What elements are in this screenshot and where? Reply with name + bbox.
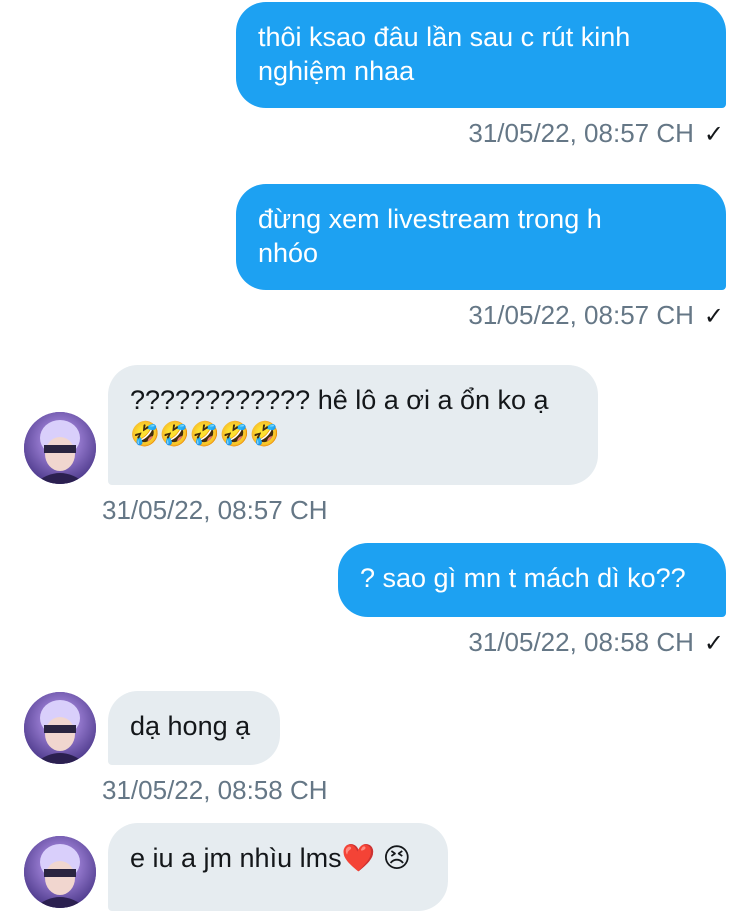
emoji-row: 🤣🤣🤣🤣🤣 bbox=[130, 420, 280, 448]
avatar[interactable] bbox=[24, 412, 96, 484]
checkmark-icon: ✓ bbox=[703, 302, 724, 330]
avatar[interactable] bbox=[24, 692, 96, 764]
message-text: e iu a jm nhìu lms❤️ 😣 bbox=[130, 843, 411, 873]
message-timestamp: 31/05/22, 08:57 CH bbox=[102, 495, 328, 525]
message-bubble-outgoing[interactable]: đừng xem livestream trong h nhóo bbox=[236, 184, 726, 290]
timestamp-text: 31/05/22, 08:57 CH bbox=[102, 495, 328, 525]
message-bubble-incoming[interactable]: dạ hong ạ bbox=[108, 691, 280, 765]
message-bubble-outgoing[interactable]: ? sao gì mn t mách dì ko?? bbox=[338, 543, 726, 617]
message-bubble-outgoing[interactable]: thôi ksao đâu lần sau c rút kinh nghiệm … bbox=[236, 2, 726, 108]
message-text: nghiệm nhaa bbox=[258, 56, 415, 86]
conversation: thôi ksao đâu lần sau c rút kinh nghiệm … bbox=[0, 0, 750, 913]
checkmark-icon: ✓ bbox=[703, 629, 724, 657]
message-text: đừng xem livestream trong h bbox=[258, 204, 602, 234]
message-text: dạ hong ạ bbox=[130, 711, 251, 741]
message-timestamp: 31/05/22, 08:57 CH ✓ bbox=[468, 300, 724, 331]
message-text: ? sao gì mn t mách dì ko?? bbox=[360, 563, 686, 593]
timestamp-text: 31/05/22, 08:58 CH bbox=[102, 775, 328, 805]
message-timestamp: 31/05/22, 08:57 CH ✓ bbox=[468, 118, 724, 149]
checkmark-icon: ✓ bbox=[703, 120, 724, 148]
message-bubble-incoming[interactable]: ???????????? hê lô a ơi a ổn ko ạ 🤣🤣🤣🤣🤣 bbox=[108, 365, 598, 485]
avatar[interactable] bbox=[24, 836, 96, 908]
message-text: nhóo bbox=[258, 238, 319, 268]
message-timestamp: 31/05/22, 08:58 CH ✓ bbox=[468, 627, 724, 658]
timestamp-text: 31/05/22, 08:57 CH bbox=[468, 300, 694, 330]
message-bubble-incoming[interactable]: e iu a jm nhìu lms❤️ 😣 bbox=[108, 823, 448, 911]
timestamp-text: 31/05/22, 08:58 CH bbox=[468, 627, 694, 657]
message-text: ???????????? hê lô a ơi a ổn ko ạ bbox=[130, 385, 549, 415]
timestamp-text: 31/05/22, 08:57 CH bbox=[468, 118, 694, 148]
message-timestamp: 31/05/22, 08:58 CH bbox=[102, 775, 328, 805]
message-text: thôi ksao đâu lần sau c rút kinh bbox=[258, 22, 631, 52]
